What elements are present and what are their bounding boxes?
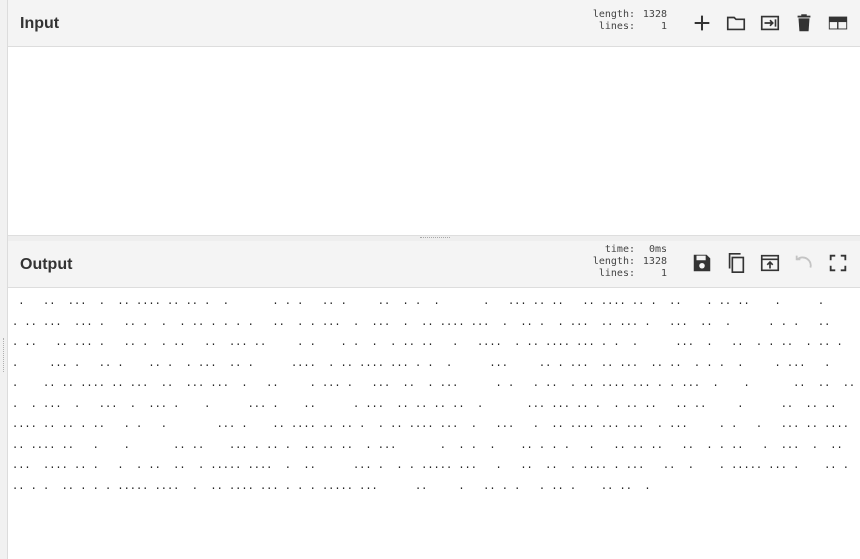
undo-icon — [795, 255, 812, 268]
output-text[interactable]: . .. ... . .. .... .. .. . . . . . .. . … — [12, 291, 860, 559]
output-time-label: time: — [604, 244, 635, 255]
reset-layout-button[interactable] — [825, 10, 851, 36]
open-folder-button[interactable] — [723, 10, 749, 36]
copy-icon — [728, 253, 745, 273]
input-pane: Input length: 1328 lines: 1 — [8, 0, 860, 47]
add-icon — [694, 15, 710, 31]
delete-icon — [797, 14, 811, 32]
input-header: Input length: 1328 lines: 1 — [8, 0, 860, 47]
input-title: Input — [20, 15, 60, 32]
output-lines-value: 1 — [660, 268, 667, 279]
save-icon — [693, 254, 711, 272]
insert-file-button[interactable] — [757, 10, 783, 36]
copy-output-button[interactable] — [723, 250, 749, 276]
maximize-icon — [829, 254, 847, 272]
input-textarea[interactable] — [8, 47, 860, 235]
input-lines-label: lines: — [598, 21, 635, 32]
replace-input-icon — [760, 254, 780, 272]
output-stats: time: 0ms length: 1328 lines: 1 — [593, 244, 667, 280]
open-folder-icon — [726, 16, 746, 31]
replace-input-button[interactable] — [757, 250, 783, 276]
input-length-label: length: — [592, 9, 635, 20]
output-pane: Output time: 0ms length: 1328 lines: 1 — [8, 241, 860, 288]
output-title: Output — [20, 256, 73, 273]
input-lines-value: 1 — [660, 21, 667, 32]
input-stats: length: 1328 lines: 1 — [593, 9, 667, 33]
maximize-output-button[interactable] — [825, 250, 851, 276]
output-length-value: 1328 — [642, 256, 667, 267]
output-lines-label: lines: — [598, 268, 635, 279]
output-time-value: 0ms — [648, 244, 667, 255]
layout-icon — [828, 16, 848, 30]
output-length-label: length: — [592, 256, 635, 267]
input-length-value: 1328 — [642, 9, 667, 20]
insert-file-icon — [760, 15, 780, 31]
clear-input-button[interactable] — [791, 10, 817, 36]
left-gutter[interactable] — [0, 0, 8, 559]
add-input-button[interactable] — [689, 10, 715, 36]
output-header: Output time: 0ms length: 1328 lines: 1 — [8, 241, 860, 288]
gutter-grip[interactable] — [3, 338, 6, 372]
undo-button[interactable] — [791, 250, 817, 276]
save-output-button[interactable] — [689, 250, 715, 276]
divider-grip[interactable] — [420, 237, 450, 240]
